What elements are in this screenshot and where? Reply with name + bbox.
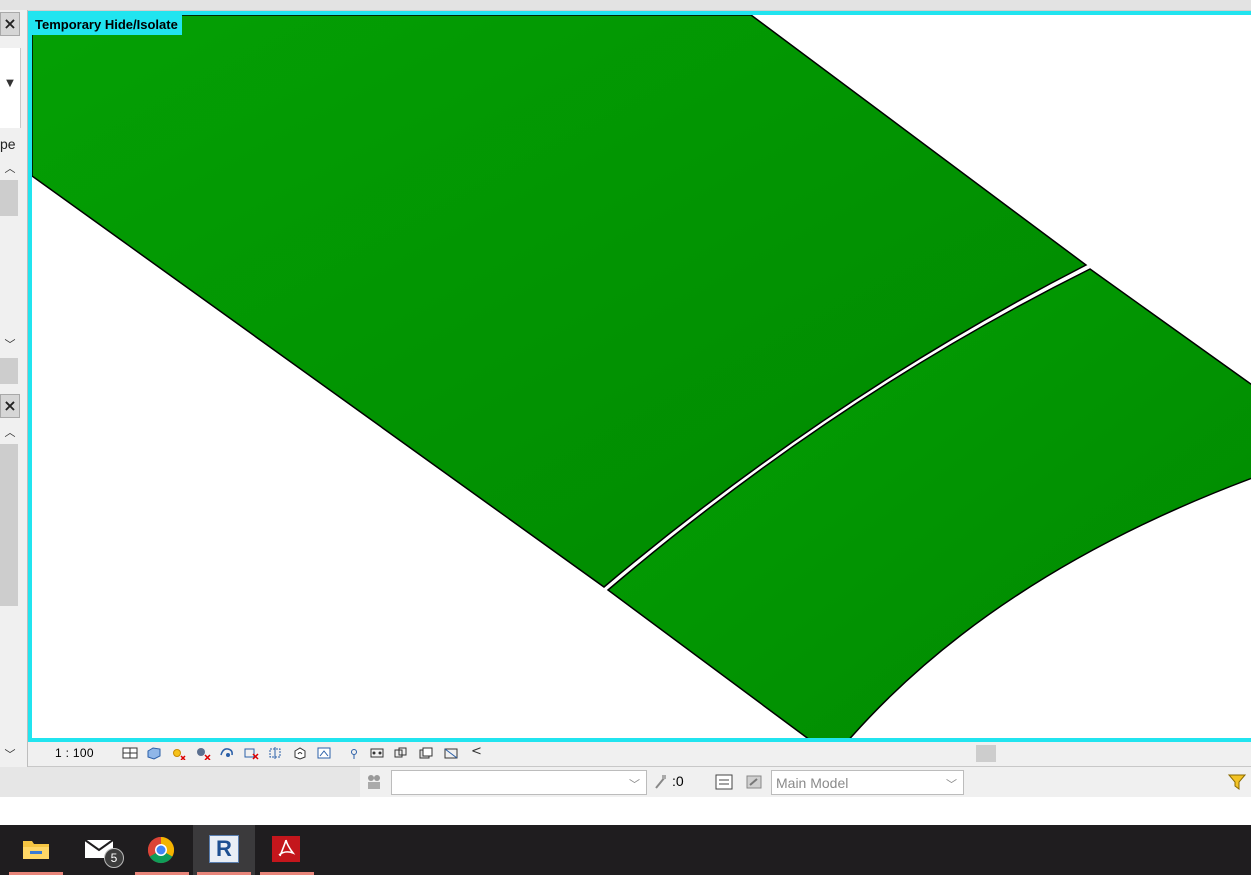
chevron-left-icon[interactable]: < (471, 744, 482, 759)
browser-scrollbar-thumb[interactable] (0, 444, 18, 606)
taskbar-chrome[interactable] (131, 825, 193, 875)
left-dock-panel: × ▼ pe ︿ ﹀ × ︿ ﹀ (0, 10, 28, 767)
model-canvas[interactable] (32, 15, 1251, 742)
chevron-down-icon[interactable]: ﹀ (946, 776, 957, 792)
desktop-gap (0, 797, 1251, 825)
view-hscroll-thumb[interactable] (976, 745, 996, 762)
top-strip (0, 0, 1251, 11)
worksharing-display-icon[interactable] (443, 746, 459, 760)
exclude-options-icon[interactable] (745, 773, 763, 791)
highlight-displacement-icon[interactable] (393, 746, 409, 760)
shadows-icon[interactable] (195, 746, 211, 760)
windows-taskbar: 5 R (0, 825, 1251, 875)
design-option-combo[interactable]: Main Model ﹀ (771, 770, 964, 795)
visual-style-icon[interactable] (146, 746, 162, 760)
chrome-icon (147, 836, 175, 864)
scroll-down-icon[interactable]: ﹀ (0, 336, 20, 352)
taskbar-acrobat[interactable] (256, 825, 318, 875)
temporary-hide-isolate-label: Temporary Hide/Isolate (32, 15, 182, 35)
view-scale[interactable]: 1 : 100 (55, 746, 94, 760)
show-crop-region-icon[interactable] (268, 746, 284, 760)
browser-scroll-down-icon[interactable]: ﹀ (0, 746, 20, 762)
properties-scrollbar-thumb[interactable] (0, 180, 18, 216)
taskbar-file-explorer[interactable] (5, 825, 67, 875)
editable-only-icon[interactable] (654, 774, 668, 790)
mail-unread-badge: 5 (104, 848, 124, 868)
properties-close-button[interactable]: × (0, 12, 20, 36)
unlock-3d-view-icon[interactable] (292, 746, 308, 760)
crop-view-icon[interactable] (243, 746, 259, 760)
temporary-hide-isolate-icon[interactable] (316, 746, 332, 760)
model-viewport[interactable]: Temporary Hide/Isolate (28, 11, 1251, 742)
chevron-down-icon[interactable]: ﹀ (629, 776, 640, 792)
project-browser-close-button[interactable]: × (0, 394, 20, 418)
status-bar: ﹀ :0 Main Model ﹀ (0, 767, 1251, 797)
filter-icon[interactable] (1228, 774, 1246, 790)
status-message-area (0, 767, 360, 797)
detail-level-icon[interactable] (122, 746, 138, 760)
reveal-hidden-icon[interactable] (346, 746, 362, 760)
active-workset-combo[interactable]: ﹀ (391, 770, 647, 795)
scroll-up-icon[interactable]: ︿ (0, 160, 20, 176)
chevron-down-icon[interactable]: ▼ (0, 78, 20, 89)
browser-scroll-up-icon[interactable]: ︿ (0, 424, 20, 440)
revit-icon: R (209, 835, 239, 863)
show-rendering-icon[interactable] (219, 746, 235, 760)
design-options-icon[interactable] (715, 773, 733, 791)
acrobat-icon (272, 836, 300, 862)
file-explorer-icon (23, 841, 49, 859)
panel-partial-text: pe (0, 136, 16, 152)
editable-count: :0 (672, 773, 684, 789)
type-selector-field[interactable]: ▼ (0, 48, 21, 128)
worksets-icon[interactable] (364, 772, 384, 792)
taskbar-revit[interactable]: R (193, 825, 255, 875)
sun-path-icon[interactable] (170, 746, 186, 760)
view-control-bar: 1 : 100 < (28, 742, 1251, 767)
reveal-constraints-icon[interactable] (418, 746, 434, 760)
properties-hscroll-thumb[interactable] (0, 358, 18, 384)
analytical-model-icon[interactable] (369, 746, 385, 760)
